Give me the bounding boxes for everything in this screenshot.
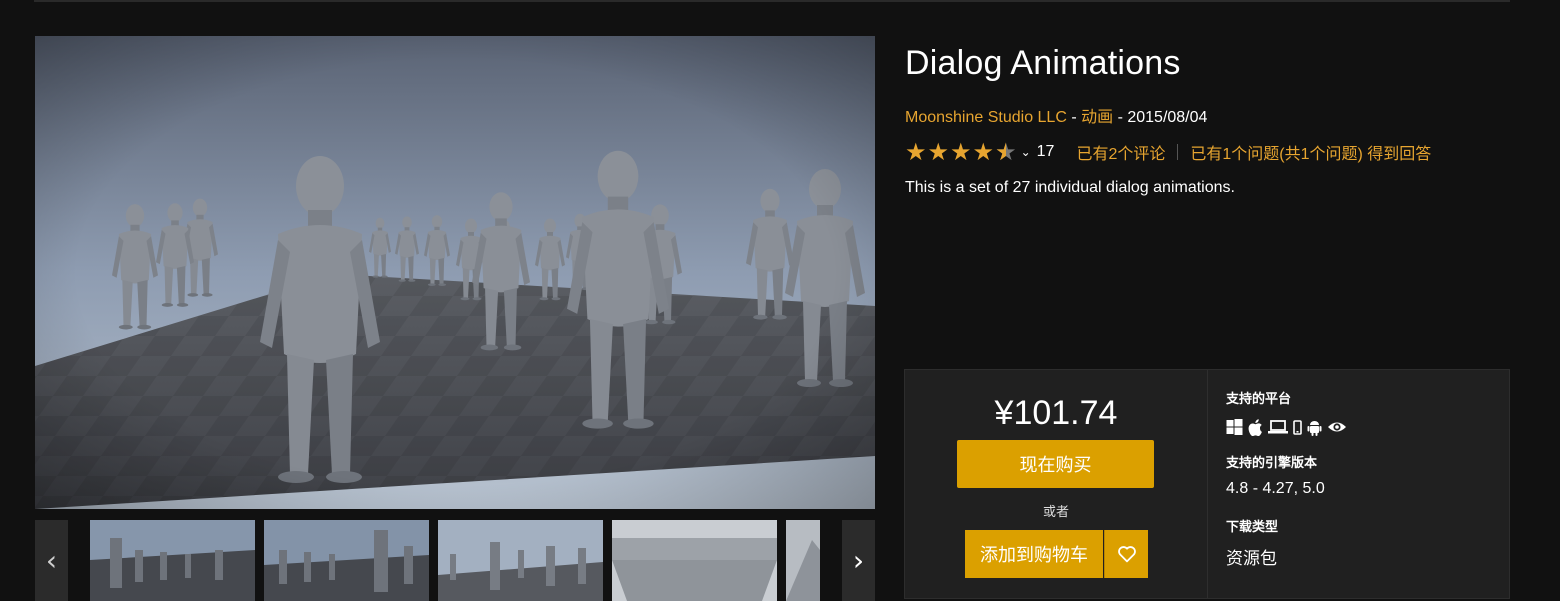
reviews-link[interactable]: 已有2个评论	[1076, 140, 1165, 164]
rating-dropdown-chevron-icon[interactable]: ⌄	[1021, 145, 1031, 159]
thumbnail-2[interactable]	[264, 520, 429, 601]
android-icon	[1307, 418, 1322, 436]
link-divider	[1177, 144, 1179, 160]
meta-separator: -	[1066, 109, 1082, 126]
chevron-right-icon: ›	[852, 544, 865, 577]
star-rating[interactable]: ★ ★ ★ ★ ★	[905, 140, 1017, 164]
purchase-panel: ¥101.74 现在购买 或者 添加到购物车 支持的平台 支持的引擎版本 4.8…	[904, 369, 1510, 599]
product-description: This is a set of 27 individual dialog an…	[905, 179, 1235, 196]
heart-icon	[1117, 546, 1136, 563]
seller-link[interactable]: Moonshine Studio LLC	[905, 109, 1067, 126]
star-half-icon: ★	[995, 140, 1017, 164]
gallery-prev-button[interactable]: ‹	[35, 520, 68, 601]
thumbnail-4[interactable]	[612, 520, 777, 601]
thumbnail-strip: ‹ ›	[35, 520, 875, 601]
windows-icon	[1226, 418, 1243, 436]
mobile-icon	[1293, 418, 1302, 436]
buy-now-button[interactable]: 现在购买	[957, 440, 1154, 488]
rating-count: 17	[1036, 143, 1055, 160]
engine-version-label: 支持的引擎版本	[1226, 455, 1318, 470]
price: ¥101.74	[994, 394, 1118, 432]
laptop-icon	[1268, 418, 1288, 436]
meta-separator: -	[1113, 109, 1128, 126]
platforms-label: 支持的平台	[1226, 391, 1292, 406]
panel-divider	[1207, 370, 1208, 598]
star-full-icon: ★	[927, 138, 950, 166]
thumbnail-1[interactable]	[90, 520, 255, 601]
gallery-next-button[interactable]: ›	[842, 520, 875, 601]
add-to-cart-button[interactable]: 添加到购物车	[965, 530, 1103, 578]
or-label: 或者	[1042, 504, 1069, 519]
platform-icons	[1226, 418, 1347, 436]
engine-version-value: 4.8 - 4.27, 5.0	[1226, 480, 1325, 497]
star-full-icon: ★	[972, 138, 995, 166]
rating-row: ★ ★ ★ ★ ★ ⌄ 17 已有2个评论 已有1个问题(共1个问题) 得到回答	[905, 140, 1431, 164]
product-title: Dialog Animations	[905, 44, 1181, 82]
vr-eye-icon	[1327, 418, 1347, 436]
questions-link[interactable]: 已有1个问题(共1个问题) 得到回答	[1190, 140, 1431, 164]
star-full-icon: ★	[905, 138, 927, 166]
product-meta: Moonshine Studio LLC - 动画 - 2015/08/04	[905, 103, 1207, 127]
star-full-icon: ★	[950, 138, 972, 166]
download-type-label: 下载类型	[1226, 519, 1279, 534]
release-date: 2015/08/04	[1127, 109, 1208, 126]
top-divider	[34, 0, 1510, 2]
wishlist-button[interactable]	[1104, 530, 1148, 578]
thumbnail-5[interactable]	[786, 520, 820, 601]
thumbnail-3[interactable]	[438, 520, 603, 601]
apple-icon	[1248, 418, 1263, 436]
chevron-left-icon: ‹	[45, 544, 58, 577]
main-preview-image[interactable]	[35, 36, 875, 509]
download-type-value: 资源包	[1226, 549, 1277, 568]
category-link[interactable]: 动画	[1081, 109, 1113, 126]
